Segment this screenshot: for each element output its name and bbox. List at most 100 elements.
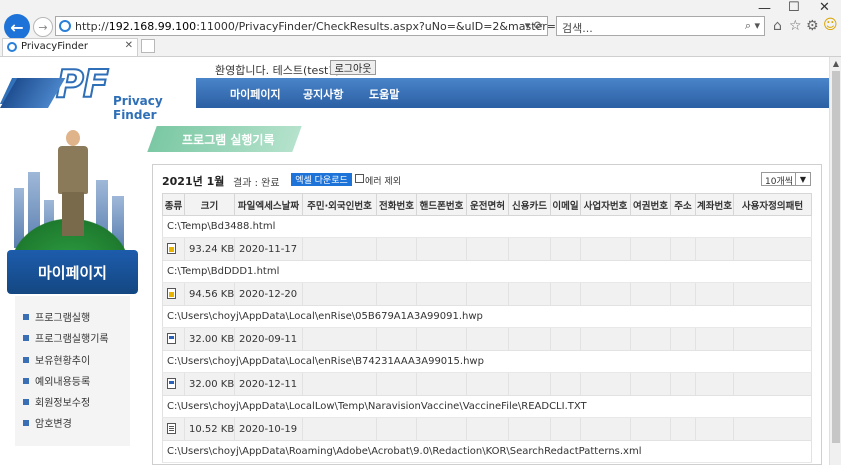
close-window-icon[interactable]: ✕ xyxy=(819,0,830,15)
count-cell xyxy=(580,327,631,351)
count-cell xyxy=(580,372,631,396)
file-path-row: C:\Users\choyj\AppData\Roaming\Adobe\Acr… xyxy=(162,440,812,463)
file-path-row: C:\Users\choyj\AppData\Local\enRise\B742… xyxy=(162,350,812,373)
count-cell xyxy=(580,237,631,261)
tab-title: PrivacyFinder xyxy=(21,41,88,52)
nav-notice[interactable]: 공지사항 xyxy=(303,86,343,102)
column-header: 크기 xyxy=(184,193,235,216)
businessman-graphic xyxy=(52,128,96,238)
count-cell xyxy=(580,282,631,306)
logout-button[interactable]: 로그아웃 xyxy=(330,60,376,75)
count-cell xyxy=(550,327,581,351)
file-size: 32.00 KB xyxy=(184,327,235,351)
address-bar[interactable]: http://192.168.99.100:11000/PrivacyFinde… xyxy=(55,16,706,36)
nav-mypage[interactable]: 마이페이지 xyxy=(230,86,281,102)
ie-page-icon xyxy=(59,20,71,32)
count-cell xyxy=(508,372,551,396)
file-hwp-icon xyxy=(167,333,176,345)
count-cell xyxy=(670,417,696,441)
table-row[interactable]: 10.52 KB 2020-10-19 xyxy=(162,417,812,441)
back-button[interactable]: ← xyxy=(4,14,30,40)
sidebar-item-run-history[interactable]: 프로그램실행기록 xyxy=(23,330,109,345)
smiley-icon[interactable]: ☺ xyxy=(823,17,838,33)
favorites-star-icon[interactable]: ☆ xyxy=(789,18,802,34)
file-path: C:\Users\choyj\AppData\Local\enRise\B742… xyxy=(162,350,812,373)
column-header: 전화번호 xyxy=(376,193,417,216)
chevron-down-icon: ▼ xyxy=(795,173,810,185)
home-icon[interactable]: ⌂ xyxy=(773,18,782,34)
count-cell xyxy=(508,417,551,441)
table-row[interactable]: 32.00 KB 2020-12-11 xyxy=(162,372,812,396)
count-cell xyxy=(670,282,696,306)
gear-icon[interactable]: ⚙ xyxy=(806,18,819,34)
column-header: 사용자정의패턴 xyxy=(733,193,812,216)
search-icon[interactable]: ⌕ ▾ xyxy=(745,19,760,33)
sidebar-menu: 프로그램실행 프로그램실행기록 보유현황추이 예외내용등록 회원정보수정 암호변… xyxy=(15,296,130,446)
file-path-row: C:\Temp\BdDDD1.html xyxy=(162,260,812,283)
count-cell xyxy=(416,237,467,261)
search-box[interactable]: 검색... ⌕ ▾ xyxy=(556,16,765,36)
count-cell xyxy=(376,417,417,441)
minimize-icon[interactable]: — xyxy=(758,1,771,16)
table-row[interactable]: 32.00 KB 2020-09-11 xyxy=(162,327,812,351)
count-cell xyxy=(508,237,551,261)
forward-button[interactable]: → xyxy=(33,17,53,37)
file-size: 32.00 KB xyxy=(184,372,235,396)
count-cell xyxy=(376,237,417,261)
file-access-date: 2020-10-19 xyxy=(234,417,303,441)
count-cell xyxy=(630,327,671,351)
count-cell xyxy=(416,327,467,351)
page-size-select[interactable]: 10개씩 ▼ xyxy=(761,172,811,187)
count-cell xyxy=(670,372,696,396)
count-cell xyxy=(695,417,734,441)
count-cell xyxy=(302,282,377,306)
count-cell xyxy=(630,372,671,396)
count-cell xyxy=(733,327,812,351)
search-placeholder: 검색... xyxy=(562,22,593,35)
count-cell xyxy=(670,327,696,351)
count-cell xyxy=(580,417,631,441)
scrollbar-thumb[interactable] xyxy=(832,71,840,443)
file-type-cell xyxy=(162,327,185,351)
count-cell xyxy=(376,327,417,351)
file-type-cell xyxy=(162,372,185,396)
nav-help[interactable]: 도움말 xyxy=(369,86,399,102)
new-tab-button[interactable] xyxy=(141,39,155,53)
sidebar-item-password[interactable]: 암호변경 xyxy=(23,415,72,430)
refresh-icon[interactable]: ▾ ⟳ xyxy=(525,19,543,32)
sidebar-item-holding-trend[interactable]: 보유현황추이 xyxy=(23,352,90,367)
count-cell xyxy=(550,372,581,396)
table-row[interactable]: 94.56 KB 2020-12-20 xyxy=(162,282,812,306)
forward-arrow-icon: → xyxy=(38,20,48,34)
tab-close-icon[interactable]: ✕ xyxy=(125,40,133,51)
table-header: 종류 크기 파일엑세스날짜 주민·외국인번호 전화번호 핸드폰번호 운전면허 신용카드 이메일 사… xyxy=(162,193,812,216)
top-nav: 마이페이지 공지사항 도움말 xyxy=(196,78,829,108)
file-path: C:\Temp\BdDDD1.html xyxy=(162,260,812,283)
results-table: 종류 크기 파일엑세스날짜 주민·외국인번호 전화번호 핸드폰번호 운전면허 신용카드 이메일 사… xyxy=(162,193,812,463)
file-path: C:\Users\choyj\AppData\Local\enRise\05B6… xyxy=(162,305,812,328)
browser-tab[interactable]: PrivacyFinder ✕ xyxy=(2,38,138,56)
sidebar-item-exceptions[interactable]: 예외내용등록 xyxy=(23,373,90,388)
maximize-icon[interactable]: ☐ xyxy=(788,0,800,15)
count-cell xyxy=(733,282,812,306)
file-size: 93.24 KB xyxy=(184,237,235,261)
vertical-scrollbar[interactable]: ▲ xyxy=(829,57,841,465)
count-cell xyxy=(376,282,417,306)
back-arrow-icon: ← xyxy=(10,17,24,37)
table-row[interactable]: 93.24 KB 2020-11-17 xyxy=(162,237,812,261)
sidebar-title: 마이페이지 xyxy=(7,250,138,294)
count-cell xyxy=(302,372,377,396)
error-exclude-checkbox[interactable] xyxy=(355,174,364,183)
count-cell xyxy=(695,282,734,306)
column-header: 주소 xyxy=(670,193,696,216)
count-cell xyxy=(695,372,734,396)
sidebar-item-run[interactable]: 프로그램실행 xyxy=(23,309,90,324)
count-cell xyxy=(733,372,812,396)
file-path-row: C:\Users\choyj\AppData\Local\enRise\05B6… xyxy=(162,305,812,328)
sidebar-item-member-info[interactable]: 회원정보수정 xyxy=(23,394,90,409)
bullet-icon xyxy=(23,334,29,341)
scroll-up-icon[interactable]: ▲ xyxy=(830,59,841,68)
file-html-icon xyxy=(167,243,176,255)
count-cell xyxy=(466,417,509,441)
excel-download-button[interactable]: 엑셀 다운로드 xyxy=(291,173,352,186)
